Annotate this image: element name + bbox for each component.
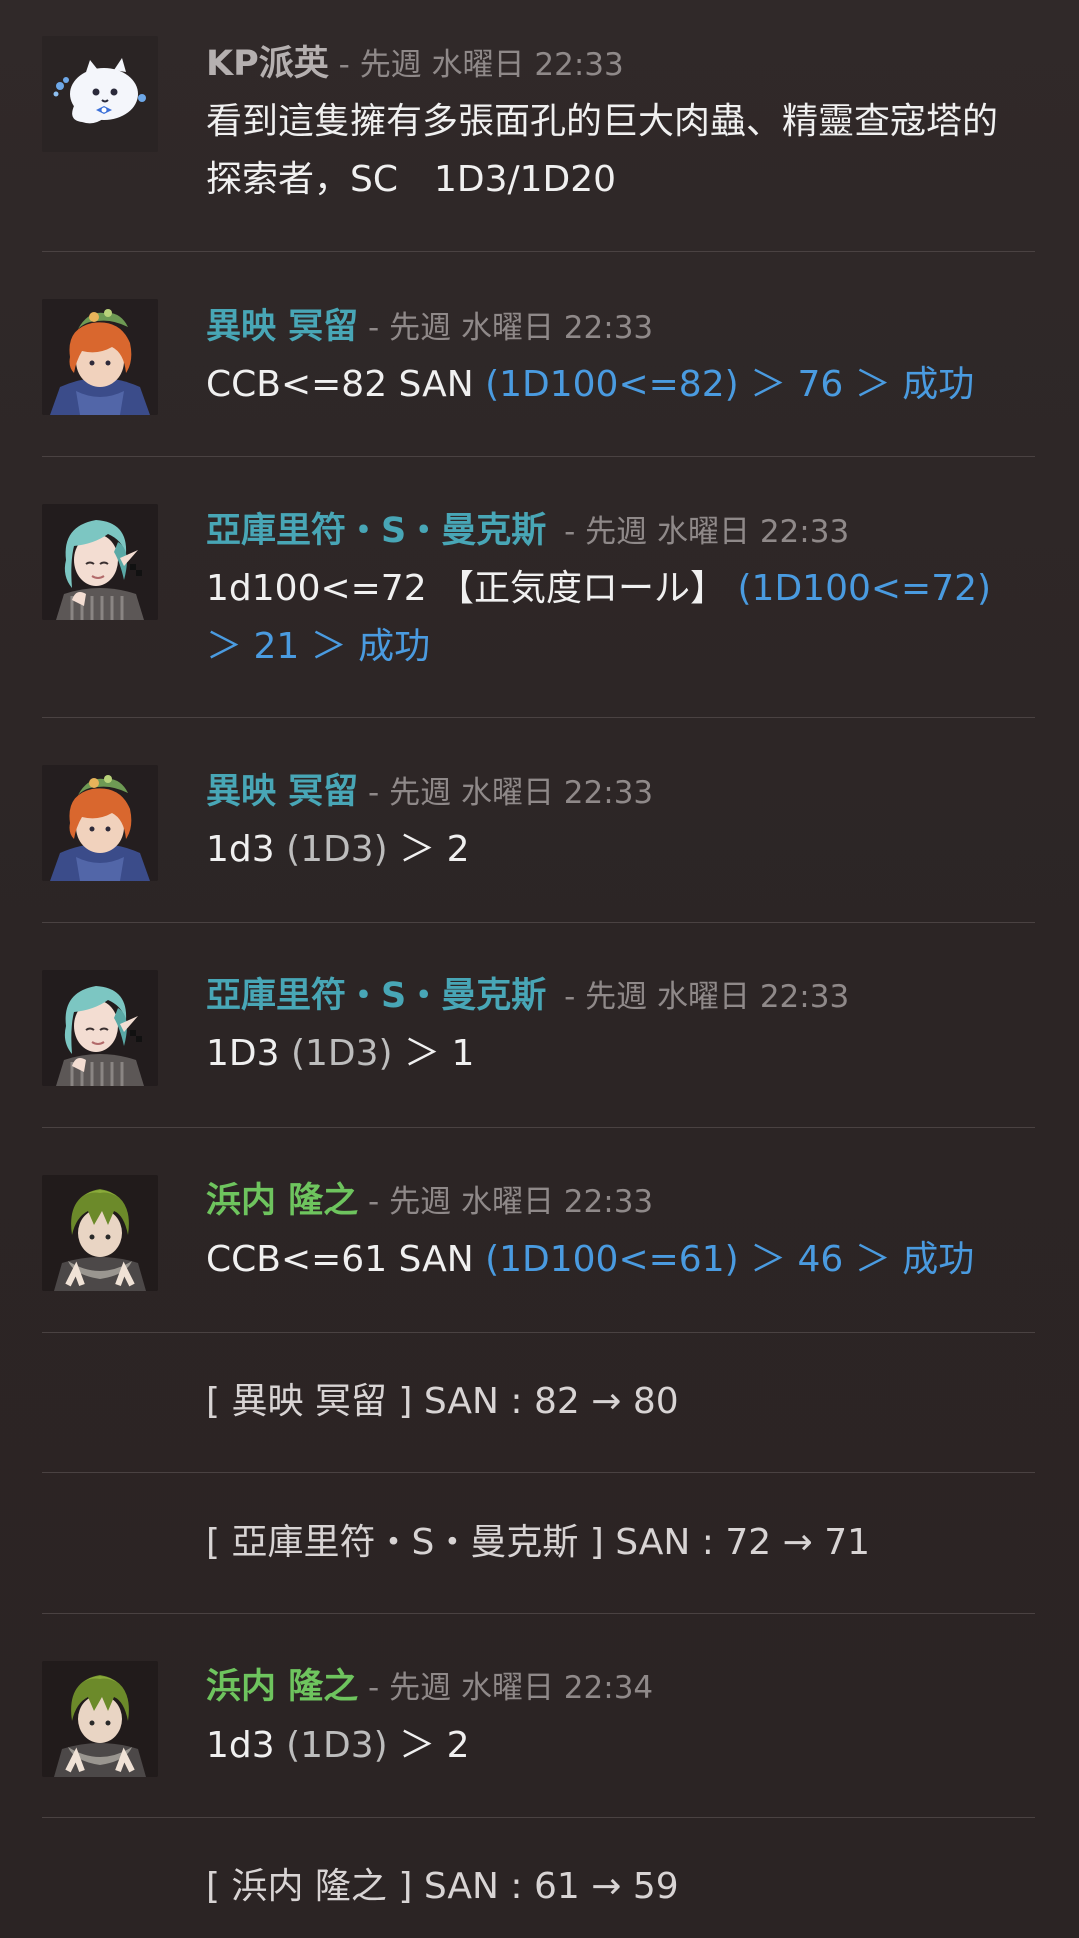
- orange-hair-character-avatar-icon[interactable]: [42, 765, 158, 881]
- message-header: KP派英 - 先週 水曜日 22:33: [206, 42, 624, 86]
- timestamp: 先週 水曜日 22:33: [359, 47, 624, 83]
- sender-name[interactable]: 異映 冥留: [206, 307, 358, 347]
- teal-hair-character-avatar-icon[interactable]: [42, 504, 158, 620]
- sender-name[interactable]: 浜内 隆之: [206, 1667, 358, 1707]
- sender-name[interactable]: 浜内 隆之: [206, 1181, 358, 1221]
- message-divider: [42, 251, 1035, 252]
- dice-command: 1d100<=72 【正気度ロール】: [206, 568, 738, 609]
- sender-name[interactable]: KP派英: [206, 44, 329, 84]
- timestamp: 先週 水曜日 22:33: [389, 1184, 654, 1220]
- message-text: 1d100<=72 【正気度ロール】 (1D100<=72) ＞ 21 ＞ 成功: [206, 560, 1036, 676]
- dice-formula: (1D3): [286, 1725, 388, 1766]
- timestamp: 先週 水曜日 22:33: [585, 514, 850, 550]
- message-divider: [42, 1127, 1035, 1128]
- message-text: CCB<=61 SAN (1D100<=61) ＞ 46 ＞ 成功: [206, 1231, 1036, 1289]
- timestamp: 先週 水曜日 22:34: [389, 1670, 654, 1706]
- sender-name[interactable]: 亞庫里符・S・曼克斯: [206, 511, 546, 551]
- message-text: 1d3 (1D3) ＞ 2: [206, 1717, 1036, 1775]
- timestamp: 先週 水曜日 22:33: [585, 979, 850, 1015]
- dice-result: (1D100<=82) ＞ 76 ＞ 成功: [485, 364, 975, 405]
- message-header: 異映 冥留 - 先週 水曜日 22:33: [206, 770, 653, 814]
- time-separator: -: [358, 775, 390, 811]
- message-divider: [42, 717, 1035, 718]
- message-divider: [42, 456, 1035, 457]
- san-change-notice: [ 異映 冥留 ] SAN : 82 → 80: [206, 1381, 679, 1422]
- dice-total: ＞ 1: [392, 1033, 475, 1074]
- dice-command: 1d3: [206, 829, 287, 870]
- message-text: 1d3 (1D3) ＞ 2: [206, 821, 1036, 879]
- teal-hair-character-avatar-icon[interactable]: [42, 970, 158, 1086]
- message-divider: [42, 922, 1035, 923]
- orange-hair-character-avatar-icon[interactable]: [42, 299, 158, 415]
- sender-name[interactable]: 亞庫里符・S・曼克斯: [206, 976, 546, 1016]
- dice-total: ＞ 2: [387, 1725, 470, 1766]
- dice-formula: (1D3): [286, 829, 388, 870]
- message-divider: [42, 1472, 1035, 1473]
- time-separator: -: [554, 514, 586, 550]
- time-separator: -: [358, 310, 390, 346]
- time-separator: -: [554, 979, 586, 1015]
- time-separator: -: [328, 47, 360, 83]
- message-divider: [42, 1817, 1035, 1818]
- timestamp: 先週 水曜日 22:33: [389, 775, 654, 811]
- san-change-notice: [ 亞庫里符・S・曼克斯 ] SAN : 72 → 71: [206, 1522, 871, 1563]
- sender-name[interactable]: 異映 冥留: [206, 772, 358, 812]
- message-divider: [42, 1613, 1035, 1614]
- message-header: 異映 冥留 - 先週 水曜日 22:33: [206, 305, 653, 349]
- dice-command: 1d3: [206, 1725, 287, 1766]
- message-divider: [42, 1332, 1035, 1333]
- green-hair-character-avatar-icon[interactable]: [42, 1661, 158, 1777]
- dice-command: CCB<=61 SAN: [206, 1239, 486, 1280]
- message-header: 浜内 隆之 - 先週 水曜日 22:33: [206, 1179, 653, 1223]
- message-text: 看到這隻擁有多張面孔的巨大肉蟲、精靈查寇塔的探索者，SC 1D3/1D20: [206, 101, 999, 200]
- message-header: 亞庫里符・S・曼克斯 - 先週 水曜日 22:33: [206, 509, 849, 553]
- dice-formula: (1D3): [290, 1033, 393, 1074]
- message-text: 1D3 (1D3) ＞ 1: [206, 1025, 1036, 1083]
- ghost-cat-avatar-icon[interactable]: [42, 36, 158, 152]
- dice-total: ＞ 2: [387, 829, 470, 870]
- message-header: 亞庫里符・S・曼克斯 - 先週 水曜日 22:33: [206, 974, 849, 1018]
- dice-command: CCB<=82 SAN: [206, 364, 486, 405]
- san-change-notice: [ 浜内 隆之 ] SAN : 61 → 59: [206, 1866, 679, 1907]
- timestamp: 先週 水曜日 22:33: [389, 310, 654, 346]
- dice-result: (1D100<=61) ＞ 46 ＞ 成功: [485, 1239, 975, 1280]
- time-separator: -: [358, 1670, 390, 1706]
- message-text: CCB<=82 SAN (1D100<=82) ＞ 76 ＞ 成功: [206, 356, 1036, 414]
- time-separator: -: [358, 1184, 390, 1220]
- message-header: 浜内 隆之 - 先週 水曜日 22:34: [206, 1665, 653, 1709]
- green-hair-character-avatar-icon[interactable]: [42, 1175, 158, 1291]
- dice-command: 1D3: [206, 1033, 291, 1074]
